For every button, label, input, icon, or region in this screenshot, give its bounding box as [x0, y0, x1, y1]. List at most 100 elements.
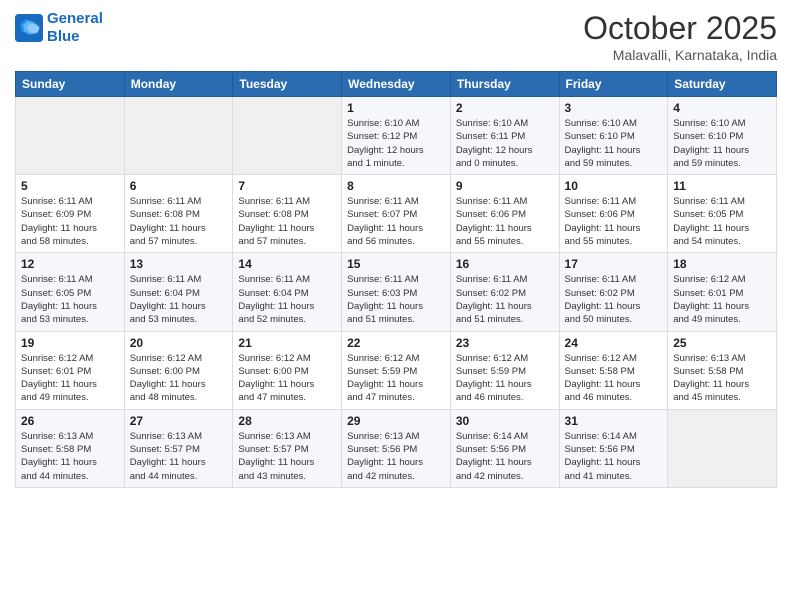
day-number: 21: [238, 336, 336, 350]
calendar-day-16: 16Sunrise: 6:11 AM Sunset: 6:02 PM Dayli…: [450, 253, 559, 331]
page: General Blue October 2025 Malavalli, Kar…: [0, 0, 792, 612]
calendar-header-sunday: Sunday: [16, 72, 125, 97]
calendar-day-2: 2Sunrise: 6:10 AM Sunset: 6:11 PM Daylig…: [450, 97, 559, 175]
logo-icon: [15, 14, 43, 42]
calendar-header-tuesday: Tuesday: [233, 72, 342, 97]
day-number: 29: [347, 414, 445, 428]
day-number: 18: [673, 257, 771, 271]
calendar-day-3: 3Sunrise: 6:10 AM Sunset: 6:10 PM Daylig…: [559, 97, 668, 175]
calendar-day-10: 10 Sunrise: 6:11 AM Sunset: 6:06 PM Dayli…: [559, 175, 668, 253]
day-number: 20: [130, 336, 228, 350]
day-number: 27: [130, 414, 228, 428]
day-info: Sunrise: 6:11 AM Sunset: 6:02 PM Dayligh…: [565, 273, 663, 326]
day-info: Sunrise: 6:11 AM Sunset: 6:08 PM Dayligh…: [130, 195, 228, 248]
calendar-day-19: 19 Sunrise: 6:12 AM Sunset: 6:01 PM Dayli…: [16, 331, 125, 409]
calendar-week-2: 5 Sunrise: 6:11 AM Sunset: 6:09 PM Daylig…: [16, 175, 777, 253]
calendar-day-4: 4Sunrise: 6:10 AM Sunset: 6:10 PM Daylig…: [668, 97, 777, 175]
day-number: 16: [456, 257, 554, 271]
day-info: Sunrise: 6:14 AM Sunset: 5:56 PM Dayligh…: [456, 430, 554, 483]
calendar-day-21: 21 Sunrise: 6:12 AM Sunset: 6:00 PM Dayli…: [233, 331, 342, 409]
calendar-week-3: 12 Sunrise: 6:11 AM Sunset: 6:05 PM Dayli…: [16, 253, 777, 331]
day-number: 3: [565, 101, 663, 115]
calendar-day-24: 24 Sunrise: 6:12 AM Sunset: 5:58 PM Dayli…: [559, 331, 668, 409]
day-number: 13: [130, 257, 228, 271]
day-number: 25: [673, 336, 771, 350]
calendar-header-saturday: Saturday: [668, 72, 777, 97]
calendar-day-11: 11 Sunrise: 6:11 AM Sunset: 6:05 PM Dayli…: [668, 175, 777, 253]
day-info: Sunrise: 6:12 AM Sunset: 6:00 PM Dayligh…: [238, 352, 336, 405]
day-number: 22: [347, 336, 445, 350]
logo-line1: General: [47, 10, 103, 27]
day-number: 7: [238, 179, 336, 193]
calendar-day-29: 29 Sunrise: 6:13 AM Sunset: 5:56 PM Dayli…: [342, 409, 451, 487]
day-info: Sunrise: 6:12 AM Sunset: 6:00 PM Dayligh…: [130, 352, 228, 405]
day-number: 17: [565, 257, 663, 271]
day-number: 19: [21, 336, 119, 350]
day-number: 6: [130, 179, 228, 193]
day-number: 31: [565, 414, 663, 428]
calendar-day-25: 25Sunrise: 6:13 AM Sunset: 5:58 PM Dayli…: [668, 331, 777, 409]
calendar-day-31: 31 Sunrise: 6:14 AM Sunset: 5:56 PM Dayli…: [559, 409, 668, 487]
day-info: Sunrise: 6:11 AM Sunset: 6:09 PM Dayligh…: [21, 195, 119, 248]
calendar-week-5: 26Sunrise: 6:13 AM Sunset: 5:58 PM Dayli…: [16, 409, 777, 487]
calendar-day-28: 28 Sunrise: 6:13 AM Sunset: 5:57 PM Dayli…: [233, 409, 342, 487]
calendar-day-5: 5 Sunrise: 6:11 AM Sunset: 6:09 PM Daylig…: [16, 175, 125, 253]
day-info: Sunrise: 6:12 AM Sunset: 5:59 PM Dayligh…: [456, 352, 554, 405]
calendar-day-22: 22 Sunrise: 6:12 AM Sunset: 5:59 PM Dayli…: [342, 331, 451, 409]
day-info: Sunrise: 6:11 AM Sunset: 6:04 PM Dayligh…: [130, 273, 228, 326]
day-number: 24: [565, 336, 663, 350]
calendar-day-27: 27Sunrise: 6:13 AM Sunset: 5:57 PM Dayli…: [124, 409, 233, 487]
calendar-day-13: 13 Sunrise: 6:11 AM Sunset: 6:04 PM Dayli…: [124, 253, 233, 331]
day-number: 9: [456, 179, 554, 193]
day-info: Sunrise: 6:11 AM Sunset: 6:06 PM Dayligh…: [456, 195, 554, 248]
day-number: 10: [565, 179, 663, 193]
month-title: October 2025: [583, 10, 777, 47]
location: Malavalli, Karnataka, India: [583, 47, 777, 63]
day-number: 11: [673, 179, 771, 193]
calendar-header-row: SundayMondayTuesdayWednesdayThursdayFrid…: [16, 72, 777, 97]
calendar-day-20: 20 Sunrise: 6:12 AM Sunset: 6:00 PM Dayli…: [124, 331, 233, 409]
logo: General Blue: [15, 10, 103, 46]
calendar-table: SundayMondayTuesdayWednesdayThursdayFrid…: [15, 71, 777, 488]
day-info: Sunrise: 6:11 AM Sunset: 6:08 PM Dayligh…: [238, 195, 336, 248]
calendar-empty: [124, 97, 233, 175]
day-info: Sunrise: 6:10 AM Sunset: 6:10 PM Dayligh…: [673, 117, 771, 170]
day-number: 8: [347, 179, 445, 193]
day-number: 30: [456, 414, 554, 428]
day-info: Sunrise: 6:13 AM Sunset: 5:57 PM Dayligh…: [238, 430, 336, 483]
day-number: 26: [21, 414, 119, 428]
calendar-day-6: 6 Sunrise: 6:11 AM Sunset: 6:08 PM Daylig…: [124, 175, 233, 253]
calendar-empty: [668, 409, 777, 487]
calendar-day-8: 8 Sunrise: 6:11 AM Sunset: 6:07 PM Daylig…: [342, 175, 451, 253]
logo-text: General Blue: [47, 10, 103, 46]
day-number: 5: [21, 179, 119, 193]
calendar-day-7: 7 Sunrise: 6:11 AM Sunset: 6:08 PM Daylig…: [233, 175, 342, 253]
day-info: Sunrise: 6:14 AM Sunset: 5:56 PM Dayligh…: [565, 430, 663, 483]
day-info: Sunrise: 6:13 AM Sunset: 5:56 PM Dayligh…: [347, 430, 445, 483]
day-info: Sunrise: 6:12 AM Sunset: 6:01 PM Dayligh…: [21, 352, 119, 405]
calendar-week-1: 1Sunrise: 6:10 AM Sunset: 6:12 PM Daylig…: [16, 97, 777, 175]
calendar-header-friday: Friday: [559, 72, 668, 97]
day-info: Sunrise: 6:11 AM Sunset: 6:05 PM Dayligh…: [21, 273, 119, 326]
calendar-header-thursday: Thursday: [450, 72, 559, 97]
calendar-day-1: 1Sunrise: 6:10 AM Sunset: 6:12 PM Daylig…: [342, 97, 451, 175]
day-info: Sunrise: 6:12 AM Sunset: 5:59 PM Dayligh…: [347, 352, 445, 405]
calendar-day-9: 9 Sunrise: 6:11 AM Sunset: 6:06 PM Daylig…: [450, 175, 559, 253]
title-block: October 2025 Malavalli, Karnataka, India: [583, 10, 777, 63]
calendar-empty: [233, 97, 342, 175]
day-number: 12: [21, 257, 119, 271]
day-info: Sunrise: 6:11 AM Sunset: 6:05 PM Dayligh…: [673, 195, 771, 248]
calendar-day-17: 17 Sunrise: 6:11 AM Sunset: 6:02 PM Dayli…: [559, 253, 668, 331]
day-info: Sunrise: 6:11 AM Sunset: 6:07 PM Dayligh…: [347, 195, 445, 248]
calendar-header-monday: Monday: [124, 72, 233, 97]
calendar-day-23: 23 Sunrise: 6:12 AM Sunset: 5:59 PM Dayli…: [450, 331, 559, 409]
day-info: Sunrise: 6:12 AM Sunset: 5:58 PM Dayligh…: [565, 352, 663, 405]
day-info: Sunrise: 6:11 AM Sunset: 6:06 PM Dayligh…: [565, 195, 663, 248]
calendar-day-15: 15Sunrise: 6:11 AM Sunset: 6:03 PM Dayli…: [342, 253, 451, 331]
day-info: Sunrise: 6:11 AM Sunset: 6:04 PM Dayligh…: [238, 273, 336, 326]
day-number: 28: [238, 414, 336, 428]
day-number: 1: [347, 101, 445, 115]
day-number: 23: [456, 336, 554, 350]
calendar-day-30: 30 Sunrise: 6:14 AM Sunset: 5:56 PM Dayli…: [450, 409, 559, 487]
calendar-header-wednesday: Wednesday: [342, 72, 451, 97]
